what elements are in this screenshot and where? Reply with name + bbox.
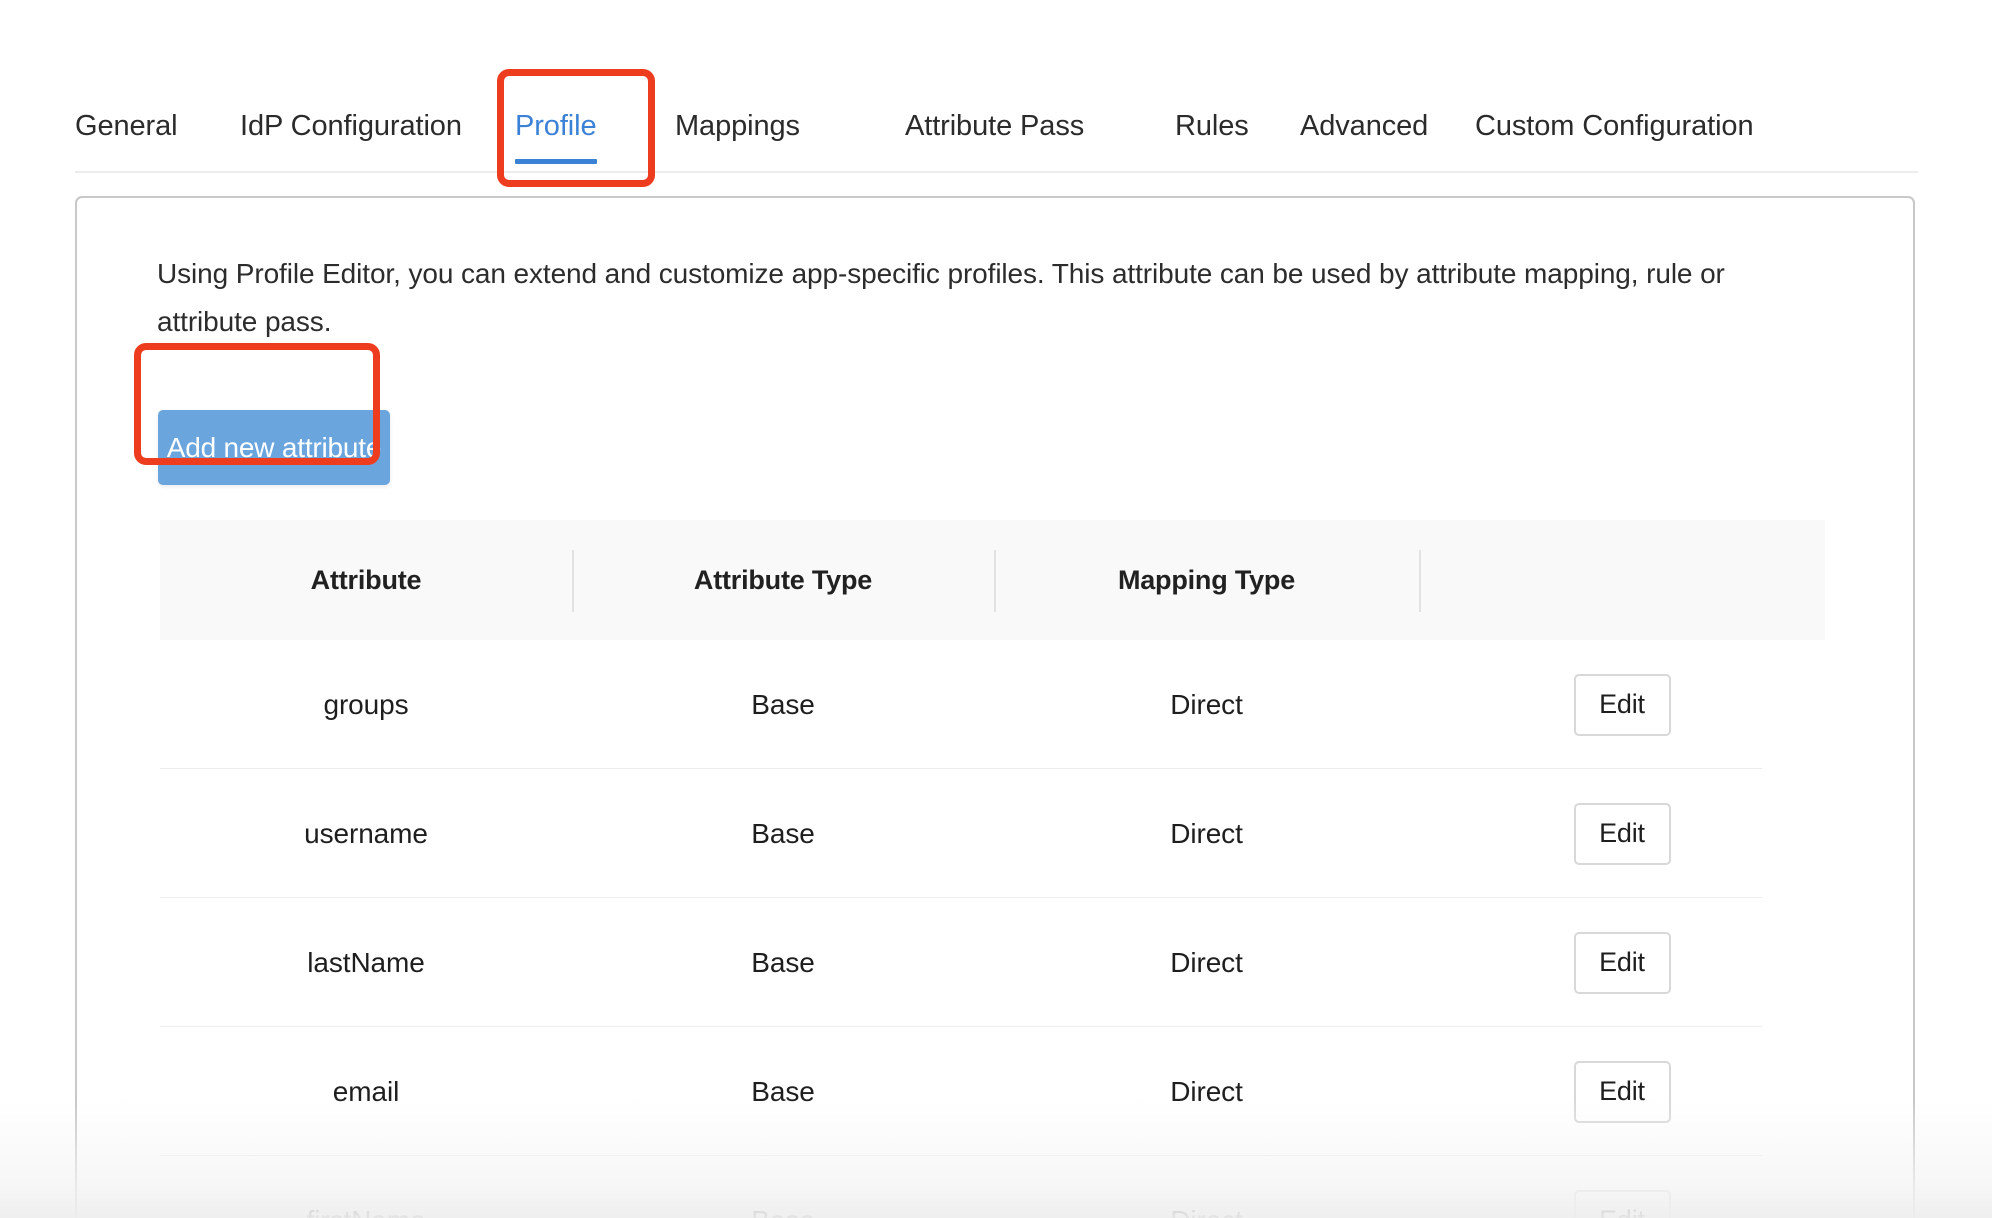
cell-actions: Edit	[1419, 640, 1825, 769]
tab-rules[interactable]: Rules	[1175, 80, 1249, 172]
tab-bar: General IdP Configuration Profile Mappings A…	[75, 80, 1918, 173]
tab-idp-configuration[interactable]: IdP Configuration	[240, 80, 462, 172]
tab-bar-divider	[75, 171, 1918, 173]
tab-label: Mappings	[675, 109, 800, 142]
tab-label: IdP Configuration	[240, 109, 462, 142]
column-header-attribute: Attribute	[310, 564, 422, 595]
page-root: General IdP Configuration Profile Mappings A…	[0, 0, 1992, 1218]
edit-button[interactable]: Edit	[1573, 802, 1671, 865]
cell-mapping-type: Direct	[1170, 817, 1243, 849]
tab-general[interactable]: General	[75, 80, 178, 172]
column-header-attribute-type: Attribute Type	[693, 564, 873, 595]
cell-attribute: email	[332, 1075, 400, 1107]
tab-profile[interactable]: Profile	[514, 80, 597, 172]
cell-mapping-type: Direct	[1170, 1075, 1243, 1107]
tab-attribute-pass[interactable]: Attribute Pass	[905, 80, 1084, 172]
table-header-row: Attribute Attribute Type Mapping Type	[160, 520, 1825, 641]
table-row: lastName Base Direct Edit	[160, 898, 1825, 1027]
cell-attribute: groups	[323, 688, 409, 720]
cell-mapping-type: Direct	[994, 1156, 1419, 1218]
tab-label: Attribute Pass	[905, 109, 1085, 142]
cell-attribute: username	[304, 817, 428, 849]
attributes-table: Attribute Attribute Type Mapping Type gr…	[160, 520, 1825, 1218]
tab-label: Rules	[1175, 109, 1249, 142]
tab-list: General IdP Configuration Profile Mappings A…	[75, 80, 1918, 172]
tab-active-indicator	[514, 159, 597, 164]
edit-button[interactable]: Edit	[1573, 673, 1671, 736]
profile-panel-card: Using Profile Editor, you can extend and…	[75, 196, 1915, 1218]
table-row: firstNameBaseDirect Edit	[160, 1156, 1825, 1218]
tab-label: General	[75, 109, 178, 142]
cell-attribute-type: Base	[751, 1075, 815, 1107]
edit-button[interactable]: Edit	[1573, 1189, 1671, 1218]
cell-attribute-type: Base	[751, 688, 815, 720]
edit-button[interactable]: Edit	[1573, 931, 1671, 994]
edit-button[interactable]: Edit	[1573, 1060, 1671, 1123]
column-header-mapping-type: Mapping Type	[1117, 564, 1296, 595]
cell-actions: Edit	[1419, 769, 1825, 898]
cell-actions: Edit	[1419, 1027, 1825, 1156]
tab-advanced[interactable]: Advanced	[1300, 80, 1428, 172]
cell-mapping-type: Direct	[1170, 946, 1243, 978]
tab-label: Advanced	[1300, 109, 1429, 142]
cell-actions: Edit	[1419, 898, 1825, 1027]
column-header-actions	[1419, 520, 1825, 640]
cell-mapping-type: Direct	[1170, 688, 1243, 720]
cell-attribute-type: Base	[751, 946, 815, 978]
column-divider-2	[994, 550, 996, 612]
table-row: groups Base Direct Edit	[160, 640, 1825, 769]
panel-description: Using Profile Editor, you can extend and…	[157, 258, 1725, 337]
tab-label: Profile	[515, 109, 597, 142]
cell-actions: Edit	[1419, 1156, 1825, 1218]
tab-mappings[interactable]: Mappings	[675, 80, 800, 172]
tab-custom-configuration[interactable]: Custom Configuration	[1475, 80, 1754, 172]
cell-attribute-type: Base	[751, 817, 815, 849]
tab-label: Custom Configuration	[1475, 109, 1754, 142]
column-divider-3	[1419, 550, 1421, 612]
cell-attribute: firstName	[160, 1156, 572, 1218]
cell-attribute-type: Base	[572, 1156, 994, 1218]
column-divider-1	[572, 550, 574, 612]
table-row: email Base Direct Edit	[160, 1027, 1825, 1156]
table-body: groups Base Direct Edit username Base Direct Ed…	[160, 640, 1825, 1218]
table-row: username Base Direct Edit	[160, 769, 1825, 898]
add-new-attribute-button[interactable]: Add new attribute	[158, 410, 390, 485]
cell-attribute: lastName	[307, 946, 425, 978]
